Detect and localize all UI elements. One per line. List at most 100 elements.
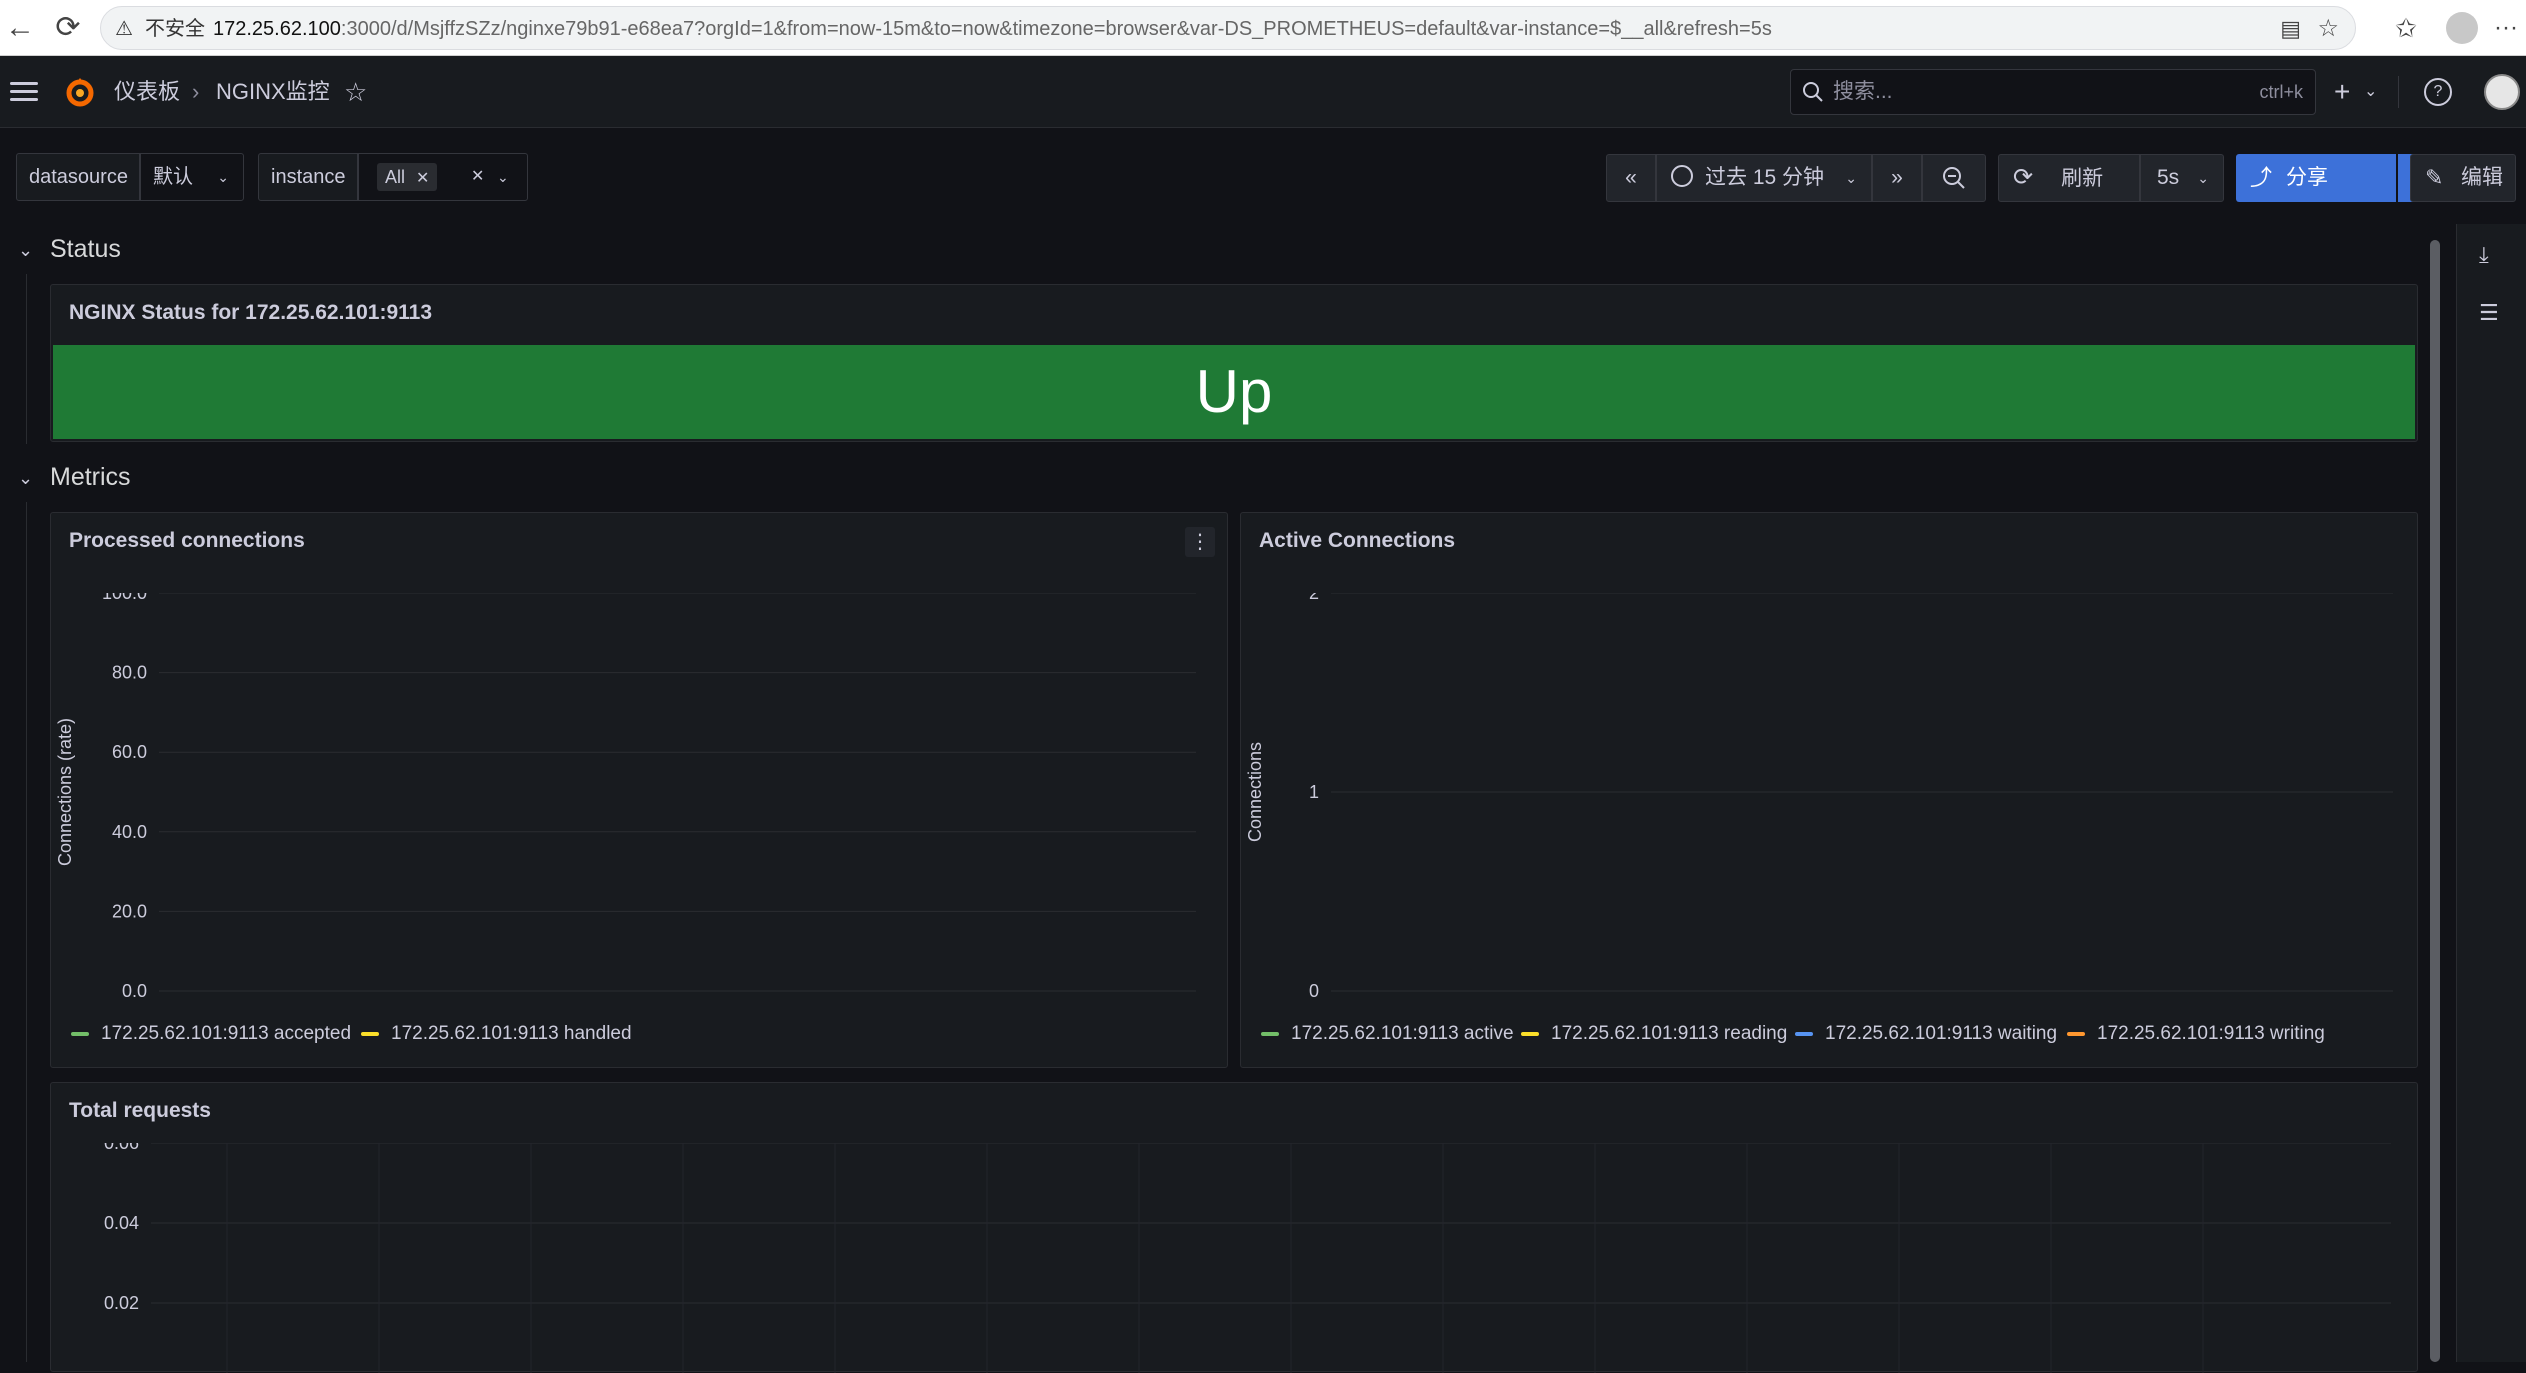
datasource-select[interactable]: 默认 ⌄ (140, 153, 244, 201)
grafana-topnav: 仪表板 › NGINX监控 ☆ 搜索... ctrl+k + ⌄ ? (0, 56, 2526, 128)
status-value-box: Up (53, 345, 2415, 439)
processed-connections-panel: Processed connections ⋮ 0.0 20.0 40.0 60.0 8… (50, 512, 1228, 1068)
y-tick-label: 1 (1309, 782, 1319, 802)
legend-item[interactable]: 172.25.62.101:9113 accepted (71, 1023, 351, 1045)
edit-button[interactable]: ✎ 编辑 (2410, 154, 2516, 202)
y-tick-label: 0.0 (122, 981, 147, 1001)
panel-title: Active Connections (1259, 529, 1456, 552)
favorites-icon[interactable]: ✩ (2386, 0, 2426, 56)
y-tick-label: 60.0 (112, 742, 147, 762)
search-icon (1803, 82, 1823, 102)
time-range-label: 过去 15 分钟 (1705, 166, 1825, 189)
row-guide-line (26, 274, 27, 444)
divider (2398, 76, 2399, 108)
row-guide-line (26, 502, 27, 1362)
clear-icon[interactable]: ✕ (471, 154, 484, 200)
chevron-down-icon: ⌄ (497, 169, 509, 185)
total-requests-panel: Total requests 0.02 0.04 0.06 (50, 1082, 2418, 1373)
y-tick-label: 0.02 (104, 1293, 139, 1313)
y-tick-label: 0.06 (104, 1143, 139, 1153)
remove-tag-icon[interactable]: ✕ (416, 170, 429, 187)
instance-tag-value: All (385, 167, 406, 187)
reload-icon[interactable]: ⟳ (48, 0, 88, 56)
chevron-down-icon: ⌄ (217, 169, 229, 185)
panel-title: Processed connections (69, 529, 305, 552)
right-sidebar: ⤓ ☰ (2456, 224, 2526, 1362)
y-tick-label: 80.0 (112, 663, 147, 683)
time-shift-forward-button[interactable]: » (1872, 154, 1922, 202)
instance-select[interactable]: All ✕ ✕ ⌄ (358, 153, 528, 201)
row-title-status[interactable]: Status (50, 235, 121, 264)
instance-variable-label: instance (258, 153, 358, 201)
y-tick-label: 2 (1309, 593, 1319, 603)
url-text[interactable]: 172.25.62.100:3000/d/MsjffzSZz/nginxe79b… (213, 7, 1772, 51)
legend-item[interactable]: 172.25.62.101:9113 waiting (1795, 1023, 2057, 1045)
bookmark-star-icon[interactable]: ☆ (2317, 7, 2339, 51)
legend-item[interactable]: 172.25.62.101:9113 active (1261, 1023, 1514, 1045)
total-requests-chart: 0.02 0.04 0.06 (104, 1143, 2391, 1373)
time-range-picker[interactable]: 过去 15 分钟 ⌄ (1656, 154, 1872, 202)
legend-item[interactable]: 172.25.62.101:9113 reading (1521, 1023, 1787, 1045)
collapse-chevron-icon[interactable]: ⌄ (18, 468, 33, 489)
chevron-down-icon[interactable]: ⌄ (2364, 56, 2377, 128)
hamburger-menu-icon[interactable] (8, 72, 42, 112)
share-icon: ⤴ (2250, 165, 2273, 190)
legend-label: 172.25.62.101:9113 reading (1551, 1023, 1788, 1044)
collapse-chevron-icon[interactable]: ⌄ (18, 240, 33, 261)
refresh-label: 刷新 (2061, 167, 2104, 190)
breadcrumb-home[interactable]: 仪表板 (114, 56, 180, 128)
profile-avatar[interactable] (2446, 12, 2478, 44)
y-axis-label: Connections (1245, 742, 1265, 842)
legend-label: 172.25.62.101:9113 handled (391, 1023, 632, 1044)
legend-swatch (1521, 1032, 1539, 1036)
outline-list-icon[interactable]: ☰ (2479, 300, 2499, 326)
row-title-metrics[interactable]: Metrics (50, 463, 131, 492)
clock-icon (1671, 165, 1693, 188)
browser-menu-icon[interactable]: ··· (2486, 0, 2526, 56)
favorite-star-icon[interactable]: ☆ (344, 56, 367, 128)
chevron-down-icon: ⌄ (1845, 170, 1857, 186)
add-new-icon[interactable]: + (2334, 56, 2350, 128)
legend-swatch (1261, 1032, 1279, 1036)
panel-title: Total requests (69, 1099, 211, 1122)
legend-swatch (71, 1032, 89, 1036)
legend-label: 172.25.62.101:9113 waiting (1825, 1023, 2058, 1044)
scrollbar-thumb[interactable] (2430, 240, 2440, 1362)
breadcrumb-dashboard-title[interactable]: NGINX监控 (216, 56, 330, 128)
edit-label: 编辑 (2461, 166, 2503, 189)
zoom-out-button[interactable] (1922, 154, 1986, 202)
pencil-icon: ✎ (2425, 165, 2444, 190)
search-input[interactable]: 搜索... ctrl+k (1790, 69, 2316, 115)
instance-tag: All ✕ (377, 163, 438, 191)
panel-menu-icon[interactable]: ⋮ (1185, 527, 1215, 557)
download-icon[interactable]: ⤓ (2479, 242, 2489, 268)
search-placeholder: 搜索... (1833, 80, 1893, 103)
refresh-button[interactable]: ⟳ 刷新 (1998, 154, 2140, 202)
legend-swatch (1795, 1032, 1813, 1036)
address-bar[interactable]: ⚠ 不安全 172.25.62.100:3000/d/MsjffzSZz/ngi… (100, 6, 2356, 50)
help-icon[interactable]: ? (2424, 78, 2452, 106)
url-path: :3000/d/MsjffzSZz/nginxe79b91-e68ea7?org… (340, 18, 1772, 40)
url-host: 172.25.62.100 (213, 18, 341, 40)
reader-mode-icon[interactable]: ▤ (2280, 7, 2301, 51)
y-tick-label: 20.0 (112, 901, 147, 921)
legend-item[interactable]: 172.25.62.101:9113 writing (2067, 1023, 2325, 1045)
refresh-interval-select[interactable]: 5s ⌄ (2140, 154, 2224, 202)
legend-label: 172.25.62.101:9113 active (1291, 1023, 1514, 1044)
datasource-value: 默认 (153, 166, 193, 188)
legend-swatch (361, 1032, 379, 1036)
processed-connections-chart: 0.020.040.060.080.0100.016:1016:1516:20C… (55, 593, 1196, 1001)
grafana-logo-icon[interactable] (62, 74, 98, 110)
insecure-label: 不安全 (145, 18, 205, 40)
back-icon[interactable]: ← (0, 0, 40, 56)
refresh-interval-value: 5s (2157, 166, 2180, 189)
user-avatar[interactable] (2484, 74, 2520, 110)
active-connections-panel: Active Connections 01216:1016:1516:20Con… (1240, 512, 2418, 1068)
time-shift-back-button[interactable]: « (1606, 154, 1656, 202)
legend-item[interactable]: 172.25.62.101:9113 handled (361, 1023, 632, 1045)
status-value: Up (1195, 358, 1273, 425)
y-tick-label: 0.04 (104, 1213, 139, 1233)
share-button[interactable]: ⤴ 分享 (2236, 154, 2396, 202)
legend-label: 172.25.62.101:9113 writing (2097, 1023, 2325, 1044)
y-tick-label: 100.0 (102, 593, 147, 603)
